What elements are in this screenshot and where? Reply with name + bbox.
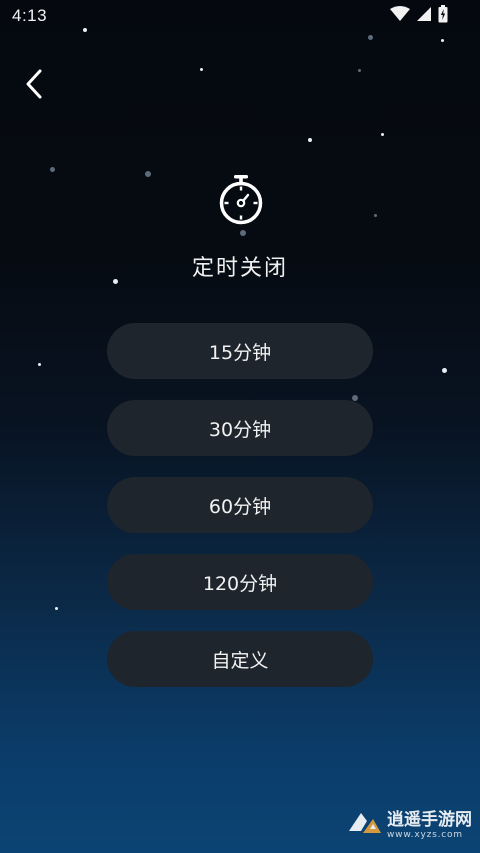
page-title: 定时关闭 (191, 256, 288, 281)
star (50, 167, 55, 172)
watermark-url: www.xyzs.com (387, 829, 463, 840)
star (55, 607, 58, 610)
star (374, 214, 377, 217)
watermark-logo-icon (347, 809, 383, 841)
status-bar: 4:13 (0, 0, 480, 32)
status-icons (390, 5, 448, 27)
chevron-left-icon (23, 68, 45, 104)
star (368, 35, 373, 40)
star (240, 230, 246, 236)
star (308, 138, 312, 142)
option-60-minutes-button[interactable]: 60分钟 (107, 477, 373, 533)
star (381, 133, 384, 136)
sleep-timer-screen: 4:13 定时关闭 15分钟 30分钟 60分钟 120分钟 自定义 逍遥手游网… (0, 0, 480, 853)
star (200, 68, 203, 71)
watermark-text: 逍遥手游网 www.xyzs.com (387, 809, 472, 840)
star (441, 39, 444, 42)
option-15-minutes-button[interactable]: 15分钟 (107, 323, 373, 379)
timer-options-list: 15分钟 30分钟 60分钟 120分钟 自定义 (107, 323, 373, 708)
watermark: 逍遥手游网 www.xyzs.com (347, 809, 472, 841)
watermark-name: 逍遥手游网 (387, 809, 472, 830)
option-custom-button[interactable]: 自定义 (107, 631, 373, 687)
star (38, 363, 41, 366)
stopwatch-icon (215, 173, 267, 227)
status-time: 4:13 (12, 6, 48, 25)
star (145, 171, 151, 177)
battery-charging-icon (438, 5, 448, 27)
back-button[interactable] (14, 66, 54, 106)
star (358, 69, 361, 72)
star (442, 368, 447, 373)
option-120-minutes-button[interactable]: 120分钟 (107, 554, 373, 610)
wifi-icon (390, 6, 410, 26)
option-30-minutes-button[interactable]: 30分钟 (107, 400, 373, 456)
cell-signal-icon (416, 6, 432, 26)
